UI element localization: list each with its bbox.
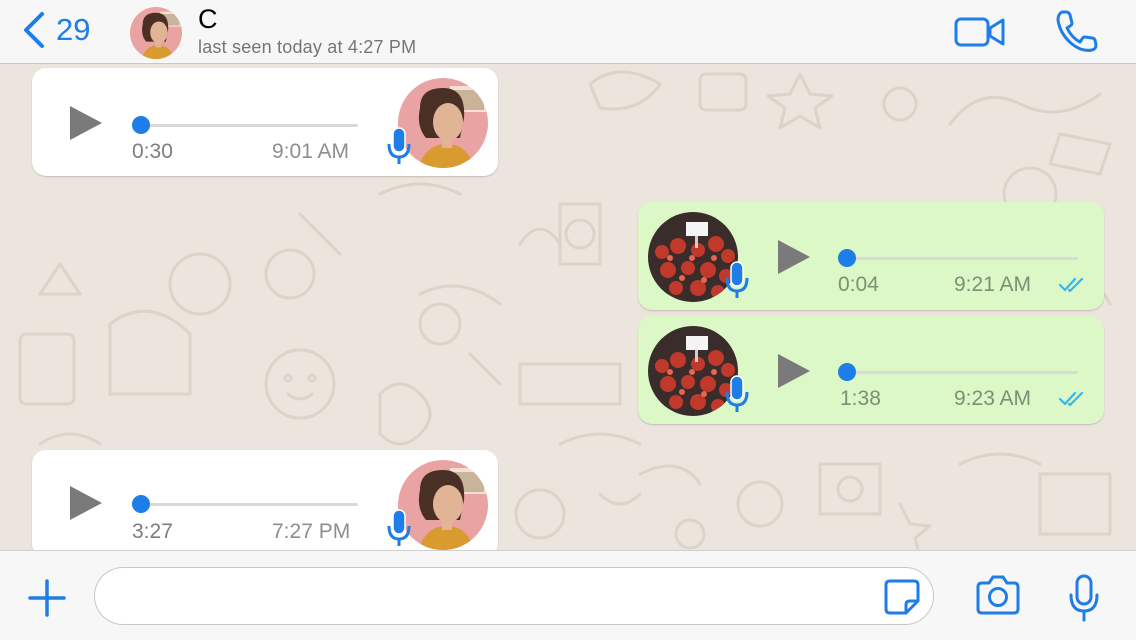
microphone-icon <box>386 126 412 166</box>
message-bubble-incoming[interactable]: 3:27 7:27 PM <box>32 450 498 550</box>
video-call-icon[interactable] <box>954 14 1006 50</box>
audio-progress-track[interactable] <box>140 503 358 506</box>
last-seen-status: last seen today at 4:27 PM <box>198 37 417 57</box>
voice-duration: 0:04 <box>838 273 879 296</box>
chat-area[interactable]: 0:30 9:01 AM 0:04 9:21 AM 1:38 9:23 AM 3… <box>0 64 1136 550</box>
chat-header: 29 C last seen today at 4:27 PM <box>0 0 1136 64</box>
camera-icon[interactable] <box>974 575 1022 615</box>
back-button[interactable]: 29 <box>20 8 90 52</box>
chevron-left-icon <box>24 12 44 48</box>
phone-icon[interactable] <box>1054 8 1102 54</box>
voice-duration: 3:27 <box>132 520 173 543</box>
play-button[interactable] <box>778 240 810 274</box>
audio-progress-knob[interactable] <box>132 116 150 134</box>
plus-icon[interactable] <box>27 578 67 618</box>
message-composer <box>0 550 1136 640</box>
message-time: 9:21 AM <box>954 273 1032 296</box>
play-button[interactable] <box>778 354 810 388</box>
message-time: 9:23 AM <box>954 387 1032 410</box>
message-time: 9:01 AM <box>272 140 350 163</box>
unread-count: 29 <box>56 12 91 47</box>
audio-progress-track[interactable] <box>846 371 1078 374</box>
contact-name[interactable]: C <box>198 4 218 35</box>
microphone-icon <box>386 508 412 548</box>
message-time: 7:27 PM <box>272 520 351 543</box>
voice-duration: 1:38 <box>840 387 881 410</box>
microphone-icon[interactable] <box>1067 573 1101 623</box>
audio-progress-knob[interactable] <box>838 363 856 381</box>
message-input[interactable] <box>94 567 934 625</box>
read-ticks-icon <box>1058 390 1088 408</box>
microphone-icon <box>724 374 750 414</box>
audio-progress-track[interactable] <box>140 124 358 127</box>
microphone-icon <box>724 260 750 300</box>
message-bubble-incoming[interactable]: 0:30 9:01 AM <box>32 68 498 176</box>
audio-progress-knob[interactable] <box>838 249 856 267</box>
play-button[interactable] <box>70 486 102 520</box>
play-button[interactable] <box>70 106 102 140</box>
message-bubble-outgoing[interactable]: 1:38 9:23 AM <box>638 316 1104 424</box>
audio-progress-knob[interactable] <box>132 495 150 513</box>
audio-progress-track[interactable] <box>846 257 1078 260</box>
sticker-icon[interactable] <box>882 577 922 617</box>
message-bubble-outgoing[interactable]: 0:04 9:21 AM <box>638 202 1104 310</box>
read-ticks-icon <box>1058 276 1088 294</box>
voice-duration: 0:30 <box>132 140 173 163</box>
contact-avatar[interactable] <box>130 7 182 59</box>
